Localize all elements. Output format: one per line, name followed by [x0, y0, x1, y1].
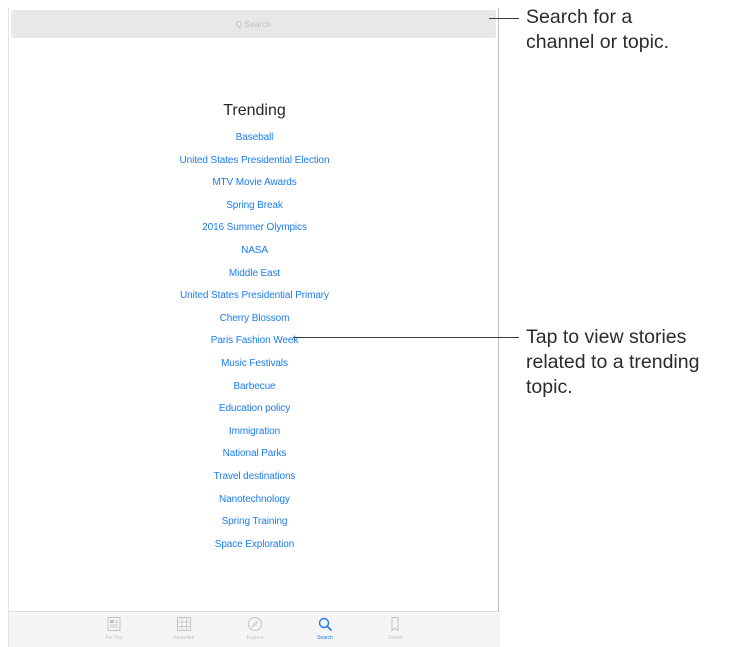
tab-favorites[interactable]: Favorites [164, 616, 204, 641]
tab-explore[interactable]: Explore [235, 616, 275, 641]
newspaper-icon [107, 617, 121, 631]
trending-topic-link[interactable]: Paris Fashion Week [9, 330, 500, 353]
tab-label: Explore [246, 635, 264, 641]
trending-topic-link[interactable]: National Parks [9, 443, 500, 466]
tab-label: Search [317, 635, 333, 641]
search-callout-text: Search for a channel or topic. [526, 6, 670, 53]
trending-callout-text: Tap to view stories related to a trendin… [526, 326, 700, 398]
tab-for-you[interactable]: For You [94, 616, 134, 641]
trending-topic-link[interactable]: Nanotechnology [9, 489, 500, 512]
trending-topic-link[interactable]: Baseball [9, 127, 500, 150]
trending-callout-line [293, 337, 519, 338]
trending-topic-link[interactable]: Spring Training [9, 511, 500, 534]
grid-icon [177, 617, 191, 631]
trending-topic-link[interactable]: United States Presidential Primary [9, 285, 500, 308]
trending-topic-link[interactable]: Music Festivals [9, 353, 500, 376]
tab-label: Favorites [173, 635, 195, 641]
trending-topic-list: Baseball United States Presidential Elec… [9, 127, 500, 556]
trending-topic-link[interactable]: 2016 Summer Olympics [9, 217, 500, 240]
tab-search[interactable]: Search [305, 616, 345, 641]
search-placeholder: Q Search [235, 19, 272, 29]
trending-topic-link[interactable]: NASA [9, 240, 500, 263]
tab-saved[interactable]: Saved [375, 616, 415, 641]
search-callout-line [489, 18, 519, 19]
tab-label: Saved [387, 635, 403, 641]
trending-topic-link[interactable]: Spring Break [9, 195, 500, 218]
search-field[interactable]: Q Search [11, 10, 496, 38]
trending-heading: Trending [223, 102, 286, 119]
tab-bar: For You Favorites Explore Search Saved [9, 611, 500, 647]
trending-topic-link[interactable]: Immigration [9, 421, 500, 444]
bookmark-icon [391, 617, 399, 632]
ipad-screen: Q Search Trending Baseball United States… [8, 8, 500, 647]
compass-icon [248, 617, 262, 631]
trending-topic-link[interactable]: Middle East [9, 263, 500, 286]
trending-topic-link[interactable]: Education policy [9, 398, 500, 421]
trending-topic-link[interactable]: Travel destinations [9, 466, 500, 489]
trending-topic-link[interactable]: Space Exploration [9, 534, 500, 557]
trending-topic-link[interactable]: Cherry Blossom [9, 308, 500, 331]
trending-topic-link[interactable]: United States Presidential Election [9, 150, 500, 173]
tab-label: For You [105, 635, 123, 641]
trending-topic-link[interactable]: Barbecue [9, 376, 500, 399]
trending-topic-link[interactable]: MTV Movie Awards [9, 172, 500, 195]
search-icon [318, 617, 332, 631]
